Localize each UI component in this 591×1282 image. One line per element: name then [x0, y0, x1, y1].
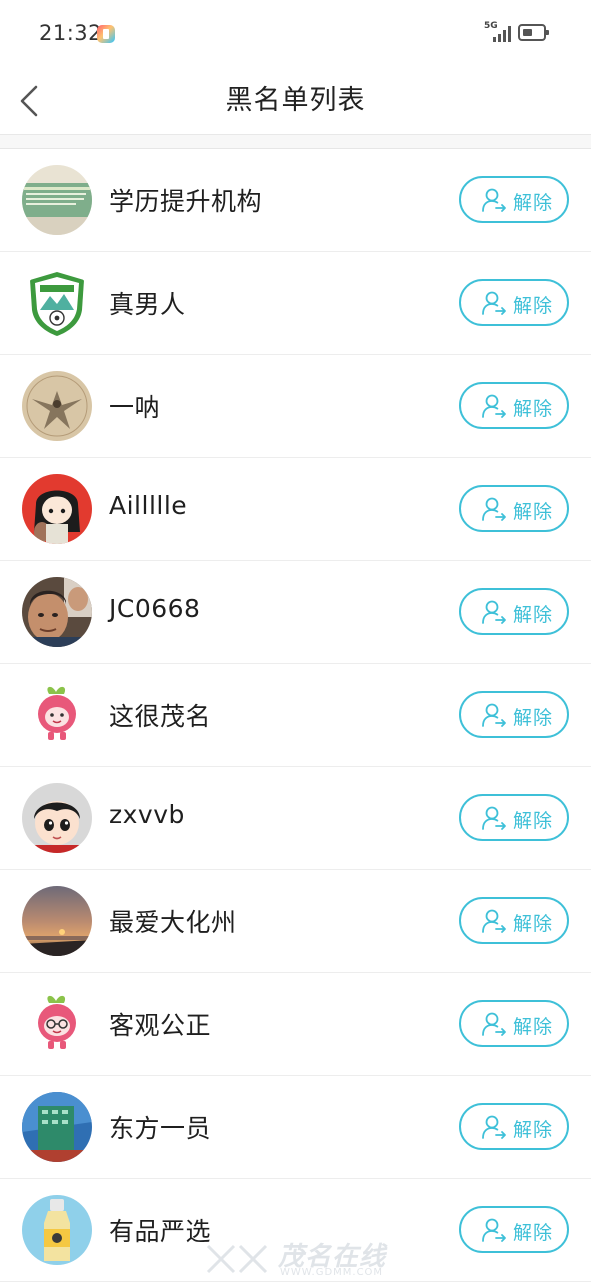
- unblock-button[interactable]: 解除: [459, 1000, 569, 1047]
- user-name: 东方一员: [109, 1114, 212, 1143]
- unblock-label: 解除: [513, 913, 554, 935]
- unblock-label: 解除: [513, 604, 554, 626]
- avatar[interactable]: [22, 268, 92, 338]
- user-arrow-icon: [482, 188, 506, 212]
- user-name: Aillllle: [109, 491, 188, 520]
- user-arrow-icon: [482, 600, 506, 624]
- avatar[interactable]: [22, 1195, 92, 1265]
- user-name: 客观公正: [109, 1011, 212, 1040]
- user-arrow-icon: [482, 909, 506, 933]
- avatar[interactable]: [22, 371, 92, 441]
- list-item: 东方一员 解除: [0, 1076, 591, 1179]
- user-arrow-icon: [482, 291, 506, 315]
- unblock-button[interactable]: 解除: [459, 382, 569, 429]
- user-name: 有品严选: [109, 1217, 212, 1246]
- unblock-label: 解除: [513, 501, 554, 523]
- user-arrow-icon: [482, 1012, 506, 1036]
- user-arrow-icon: [482, 394, 506, 418]
- unblock-button[interactable]: 解除: [459, 1103, 569, 1150]
- unblock-label: 解除: [513, 398, 554, 420]
- unblock-button[interactable]: 解除: [459, 588, 569, 635]
- user-arrow-icon: [482, 1115, 506, 1139]
- list-item: Aillllle 解除: [0, 458, 591, 561]
- user-name: JC0668: [109, 594, 201, 623]
- page-title: 黑名单列表: [225, 85, 366, 116]
- list-item: 最爱大化州 解除: [0, 870, 591, 973]
- unblock-label: 解除: [513, 1016, 554, 1038]
- list-item: 有品严选 解除: [0, 1179, 591, 1282]
- avatar[interactable]: [22, 783, 92, 853]
- status-bar: 21:32 5G: [0, 0, 591, 66]
- unblock-button[interactable]: 解除: [459, 176, 569, 223]
- signal-icon: [493, 26, 513, 42]
- list-item: 学历提升机构 解除: [0, 149, 591, 252]
- unblock-label: 解除: [513, 1222, 554, 1244]
- avatar[interactable]: [22, 1092, 92, 1162]
- avatar[interactable]: [22, 886, 92, 956]
- list-item: 客观公正 解除: [0, 973, 591, 1076]
- app-notification-icon: [97, 25, 115, 43]
- unblock-button[interactable]: 解除: [459, 897, 569, 944]
- avatar[interactable]: [22, 989, 92, 1059]
- avatar[interactable]: [22, 165, 92, 235]
- battery-icon: [518, 24, 549, 41]
- list-item: zxvvb 解除: [0, 767, 591, 870]
- list-item: 一呐 解除: [0, 355, 591, 458]
- user-name: 学历提升机构: [109, 187, 263, 216]
- unblock-label: 解除: [513, 707, 554, 729]
- user-name: 最爱大化州: [109, 908, 237, 937]
- nav-bar: 黑名单列表: [0, 66, 591, 134]
- unblock-button[interactable]: 解除: [459, 794, 569, 841]
- user-name: zxvvb: [109, 800, 185, 829]
- unblock-label: 解除: [513, 1119, 554, 1141]
- unblock-button[interactable]: 解除: [459, 691, 569, 738]
- user-name: 这很茂名: [109, 702, 212, 731]
- avatar[interactable]: [22, 577, 92, 647]
- unblock-label: 解除: [513, 810, 554, 832]
- list-item: 这很茂名 解除: [0, 664, 591, 767]
- avatar[interactable]: [22, 680, 92, 750]
- unblock-label: 解除: [513, 192, 554, 214]
- user-arrow-icon: [482, 1218, 506, 1242]
- avatar[interactable]: [22, 474, 92, 544]
- unblock-button[interactable]: 解除: [459, 485, 569, 532]
- user-arrow-icon: [482, 497, 506, 521]
- unblock-button[interactable]: 解除: [459, 279, 569, 326]
- blacklist: 学历提升机构 解除 真男人 解除 一呐 解除 Aillllle 解除 JC066…: [0, 149, 591, 1282]
- unblock-label: 解除: [513, 295, 554, 317]
- user-name: 真男人: [109, 290, 186, 319]
- list-item: JC0668 解除: [0, 561, 591, 664]
- list-item: 真男人 解除: [0, 252, 591, 355]
- user-name: 一呐: [109, 393, 161, 422]
- unblock-button[interactable]: 解除: [459, 1206, 569, 1253]
- section-gap: [0, 135, 591, 148]
- status-time: 21:32: [39, 21, 103, 45]
- user-arrow-icon: [482, 703, 506, 727]
- user-arrow-icon: [482, 806, 506, 830]
